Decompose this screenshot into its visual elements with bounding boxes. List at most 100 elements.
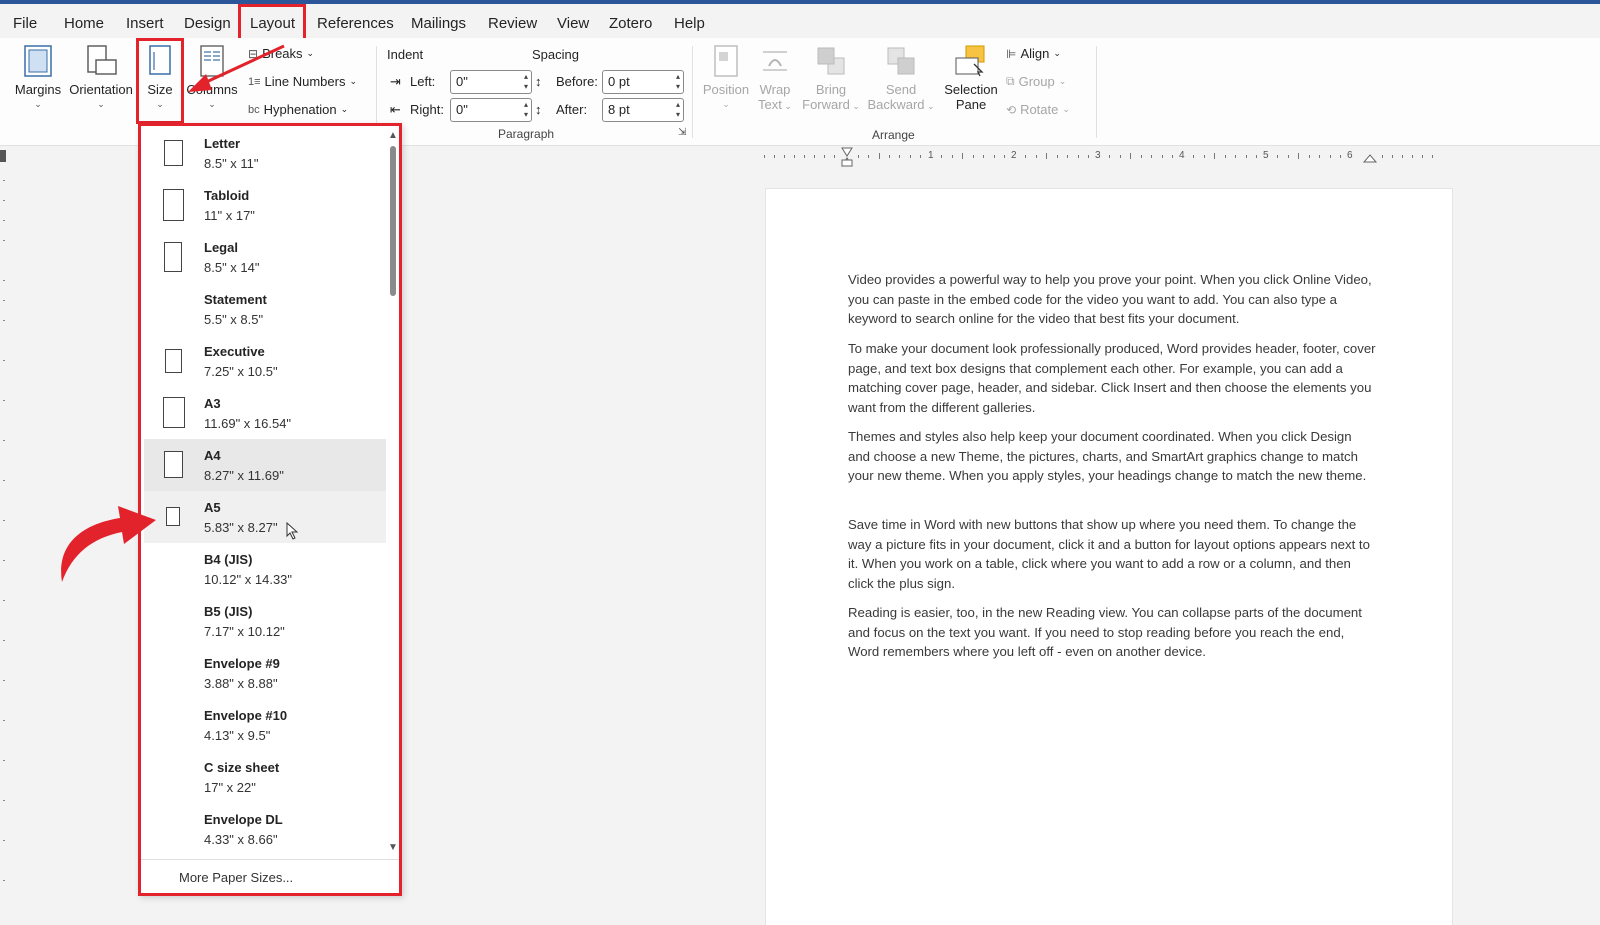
- paper-size-envelope-9[interactable]: Envelope #9 3.88" x 8.88": [144, 647, 386, 699]
- orientation-button[interactable]: Orientation ⌄: [66, 44, 136, 110]
- spacing-before-field[interactable]: 0 pt ▴ ▾: [602, 70, 684, 94]
- paper-size-name: B4 (JIS): [204, 552, 253, 567]
- chevron-down-icon: ⌄: [97, 99, 105, 109]
- bring-forward-button[interactable]: Bring Forward ⌄: [800, 44, 862, 112]
- paper-size-dims: 10.12" x 14.33": [204, 572, 293, 587]
- rotate-button[interactable]: ⟲ Rotate ⌄: [1006, 102, 1070, 117]
- paper-size-envelope-10[interactable]: Envelope #10 4.13" x 9.5": [144, 699, 386, 751]
- spin-arrows-icon[interactable]: ▴ ▾: [524, 100, 528, 120]
- send-backward-button[interactable]: Send Backward ⌄: [866, 44, 936, 112]
- dialog-launcher-icon[interactable]: ⇲: [678, 127, 686, 138]
- paper-size-b4-jis[interactable]: B4 (JIS) 10.12" x 14.33": [144, 543, 386, 595]
- tab-file[interactable]: File: [7, 12, 43, 35]
- scroll-down-icon[interactable]: ▼: [388, 842, 398, 853]
- chevron-down-icon: ⌄: [34, 99, 42, 109]
- paper-size-tabloid[interactable]: Tabloid 11" x 17": [144, 179, 386, 231]
- paper-outline-icon: [164, 242, 182, 272]
- spin-arrows-icon[interactable]: ▴ ▾: [676, 72, 680, 92]
- indent-right-label: Right:: [410, 102, 444, 117]
- group-separator: [1096, 46, 1097, 138]
- bring-forward-label-2: Forward: [802, 97, 850, 112]
- tab-help[interactable]: Help: [668, 12, 711, 35]
- layout-tab-highlight: [238, 4, 306, 42]
- ruler-number: 1: [928, 150, 934, 161]
- rotate-icon: ⟲: [1006, 102, 1017, 117]
- tab-review[interactable]: Review: [482, 12, 543, 35]
- document-page[interactable]: Video provides a powerful way to help yo…: [765, 188, 1453, 925]
- paper-size-name: A4: [204, 448, 221, 463]
- paper-size-c-sheet[interactable]: C size sheet 17" x 22": [144, 751, 386, 803]
- paper-size-dims: 7.17" x 10.12": [204, 624, 285, 639]
- spin-arrows-icon[interactable]: ▴ ▾: [524, 72, 528, 92]
- tab-insert[interactable]: Insert: [120, 12, 170, 35]
- paper-size-a5[interactable]: A5 5.83" x 8.27": [144, 491, 386, 543]
- paper-outline-icon: [163, 397, 185, 428]
- indent-right-icon: ⇤: [390, 102, 401, 117]
- paper-size-envelope-dl[interactable]: Envelope DL 4.33" x 8.66": [144, 803, 386, 855]
- tab-zotero[interactable]: Zotero: [603, 12, 658, 35]
- scroll-up-icon[interactable]: ▲: [388, 130, 398, 141]
- spacing-before-icon: ↕: [535, 74, 542, 89]
- group-icon: ⧉: [1006, 74, 1015, 88]
- tab-home[interactable]: Home: [58, 12, 110, 35]
- paper-size-b5-jis[interactable]: B5 (JIS) 7.17" x 10.12": [144, 595, 386, 647]
- selection-pane-button[interactable]: Selection Pane: [940, 44, 1002, 112]
- paper-size-a4-selected[interactable]: A4 8.27" x 11.69": [144, 439, 386, 491]
- paper-size-statement[interactable]: Statement 5.5" x 8.5": [144, 283, 386, 335]
- paper-outline-icon: [165, 349, 182, 373]
- tab-mailings[interactable]: Mailings: [405, 12, 472, 35]
- position-button[interactable]: Position ⌄: [702, 44, 750, 110]
- document-paragraph[interactable]: Themes and styles also help keep your do…: [848, 427, 1376, 486]
- selection-pane-icon: [955, 45, 985, 77]
- paper-size-name: Envelope #9: [204, 656, 280, 671]
- tab-design[interactable]: Design: [178, 12, 237, 35]
- selection-pane-label-2: Pane: [955, 97, 987, 112]
- paper-size-name: Tabloid: [204, 188, 250, 203]
- tab-references[interactable]: References: [311, 12, 400, 35]
- arrange-group-label: Arrange: [872, 128, 915, 142]
- document-paragraph[interactable]: Reading is easier, too, in the new Readi…: [848, 603, 1376, 662]
- document-paragraph[interactable]: Save time in Word with new buttons that …: [848, 515, 1376, 593]
- paper-size-name: Statement: [204, 292, 267, 307]
- group-button[interactable]: ⧉ Group ⌄: [1006, 74, 1066, 89]
- paper-size-dims: 4.33" x 8.66": [204, 832, 278, 847]
- dropdown-scrollbar[interactable]: ▲ ▼: [387, 126, 399, 856]
- size-button-highlight: [136, 38, 184, 124]
- document-paragraph[interactable]: Video provides a powerful way to help yo…: [848, 270, 1376, 329]
- chevron-down-icon: ⌄: [1062, 104, 1070, 114]
- paper-size-dims: 11.69" x 16.54": [204, 416, 292, 431]
- spacing-after-label: After:: [556, 102, 588, 117]
- group-label: Group: [1018, 74, 1055, 89]
- paper-outline-icon: [166, 507, 180, 526]
- orientation-label: Orientation: [69, 82, 133, 97]
- paper-size-legal[interactable]: Legal 8.5" x 14": [144, 231, 386, 283]
- more-paper-sizes-label: More Paper Sizes...: [179, 870, 294, 885]
- hyphenation-button[interactable]: bc Hyphenation ⌄: [248, 102, 348, 117]
- paper-size-executive[interactable]: Executive 7.25" x 10.5": [144, 335, 386, 387]
- scrollbar-thumb[interactable]: [390, 146, 396, 296]
- vertical-ruler[interactable]: [0, 150, 10, 925]
- indent-right-field[interactable]: 0" ▴ ▾: [450, 98, 532, 122]
- bring-forward-icon: [817, 47, 845, 75]
- paper-size-dims: 4.13" x 9.5": [204, 728, 271, 743]
- selection-pane-label-1: Selection: [944, 82, 998, 97]
- spacing-after-field[interactable]: 8 pt ▴ ▾: [602, 98, 684, 122]
- align-button[interactable]: ⊫ Align ⌄: [1006, 46, 1061, 61]
- more-paper-sizes-button[interactable]: More Paper Sizes...: [141, 859, 399, 893]
- send-backward-label-2: Backward: [867, 97, 925, 112]
- indent-left-field[interactable]: 0" ▴ ▾: [450, 70, 532, 94]
- paper-size-dims: 5.83" x 8.27": [204, 520, 278, 535]
- document-paragraph[interactable]: To make your document look professionall…: [848, 339, 1376, 417]
- paper-size-a3[interactable]: A3 11.69" x 16.54": [144, 387, 386, 439]
- orientation-icon: [87, 45, 117, 75]
- wrap-text-button[interactable]: Wrap Text ⌄: [754, 44, 796, 112]
- margins-button[interactable]: Margins ⌄: [14, 44, 62, 110]
- spin-arrows-icon[interactable]: ▴ ▾: [676, 100, 680, 120]
- margins-label: Margins: [14, 82, 62, 97]
- horizontal-ruler[interactable]: 1 2 3 4 5 6: [762, 146, 1452, 168]
- paper-size-dims: 11" x 17": [204, 208, 255, 223]
- wrap-text-label-1: Wrap: [759, 82, 791, 97]
- indent-label: Indent: [387, 47, 424, 62]
- paper-size-letter[interactable]: Letter 8.5" x 11": [144, 127, 386, 179]
- tab-view[interactable]: View: [551, 12, 595, 35]
